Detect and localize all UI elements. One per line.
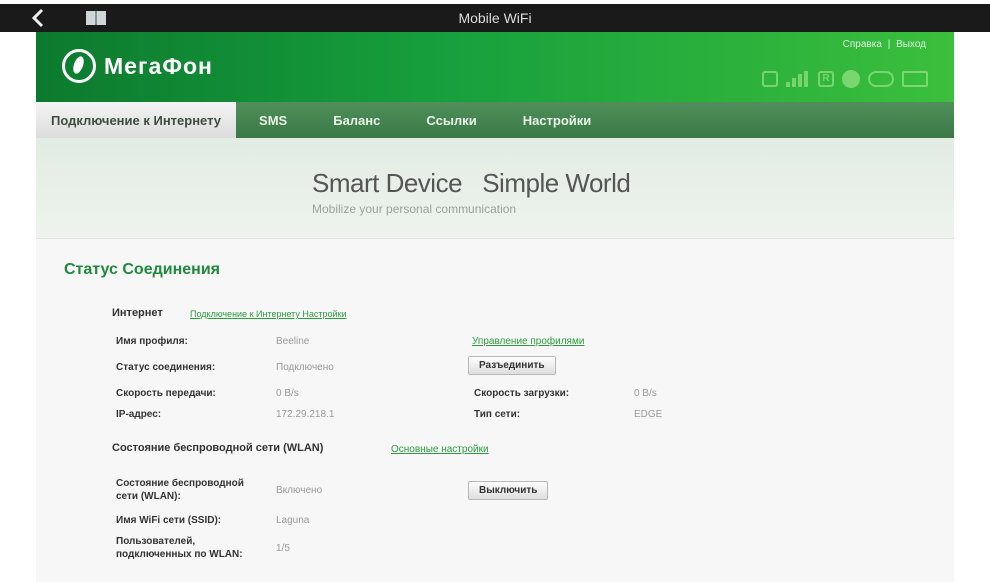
ip-address-value: 172.29.218.1 xyxy=(276,409,335,420)
logo-text: МегаФон xyxy=(104,52,213,79)
page-title: Статус Соединения xyxy=(64,261,220,278)
tab-sms[interactable]: SMS xyxy=(236,102,310,138)
status-icons: R xyxy=(762,70,928,88)
profile-name-value: Beeline xyxy=(276,336,310,347)
wlan-basic-settings-link[interactable]: Основные настройки xyxy=(391,444,489,455)
wlan-off-button[interactable]: Выключить xyxy=(468,481,549,500)
tab-internet-connection[interactable]: Подключение к Интернету xyxy=(36,102,237,138)
profile-name-label: Имя профиля: xyxy=(116,336,188,347)
download-speed-value: 0 B/s xyxy=(634,388,657,399)
ssid-value: Laguna xyxy=(276,515,310,526)
app-bar: Mobile WiFi xyxy=(0,4,990,32)
disconnect-button[interactable]: Разъединить xyxy=(468,356,556,375)
megafon-logo[interactable]: МегаФон xyxy=(62,49,213,83)
ssid-label: Имя WiFi сети (SSID): xyxy=(116,515,222,526)
signal-icon xyxy=(786,71,810,87)
download-speed-label: Скорость загрузки: xyxy=(474,388,570,399)
connection-status-label: Статус соединения: xyxy=(116,362,216,373)
top-links-separator: | xyxy=(887,39,891,50)
connection-status-panel: Статус Соединения Интернет Подключение к… xyxy=(36,238,954,582)
wlan-users-label: Пользователей, подключенных по WLAN: xyxy=(116,536,243,560)
banner: Smart Device Simple World Mobilize your … xyxy=(36,138,954,238)
wlan-state-value: Включено xyxy=(276,485,323,496)
top-links: Справка | Выход xyxy=(843,39,926,50)
tab-balance[interactable]: Баланс xyxy=(310,102,403,138)
internet-settings-link[interactable]: Подключение к Интернету Настройки xyxy=(190,309,347,319)
connection-status-value: Подключено xyxy=(276,362,334,373)
tab-links[interactable]: Ссылки xyxy=(403,102,499,138)
ip-address-label: IP-адрес: xyxy=(116,409,162,420)
page-header: МегаФон Справка | Выход R xyxy=(36,32,954,102)
upload-speed-value: 0 B/s xyxy=(276,388,299,399)
megafon-logo-icon xyxy=(62,49,96,83)
manage-profiles-link[interactable]: Управление профилями xyxy=(472,336,584,347)
banner-subtitle: Mobilize your personal communication xyxy=(312,202,517,216)
banner-slogan: Smart Device Simple World xyxy=(312,168,631,198)
network-type-label: Тип сети: xyxy=(474,409,521,420)
wlan-users-value: 1/5 xyxy=(276,543,290,554)
upload-speed-label: Скорость передачи: xyxy=(116,388,216,399)
internet-section-label: Интернет xyxy=(112,307,163,319)
logout-link[interactable]: Выход xyxy=(896,39,926,50)
network-type-value: EDGE xyxy=(634,409,663,420)
router-web-page: МегаФон Справка | Выход R Подключение к … xyxy=(36,32,954,582)
help-link[interactable]: Справка xyxy=(843,39,882,50)
battery-icon xyxy=(902,71,928,87)
wlan-section-label: Состояние беспроводной сети (WLAN) xyxy=(112,442,324,454)
internet-globe-icon xyxy=(842,70,860,88)
roaming-icon: R xyxy=(818,71,834,87)
wifi-icon xyxy=(868,71,894,87)
tab-settings[interactable]: Настройки xyxy=(500,102,615,138)
sim-icon xyxy=(762,71,778,87)
wlan-state-label: Состояние беспроводной сети (WLAN): xyxy=(116,478,244,502)
app-title: Mobile WiFi xyxy=(458,10,532,26)
main-nav: Подключение к Интернету SMS Баланс Ссылк… xyxy=(36,102,954,138)
